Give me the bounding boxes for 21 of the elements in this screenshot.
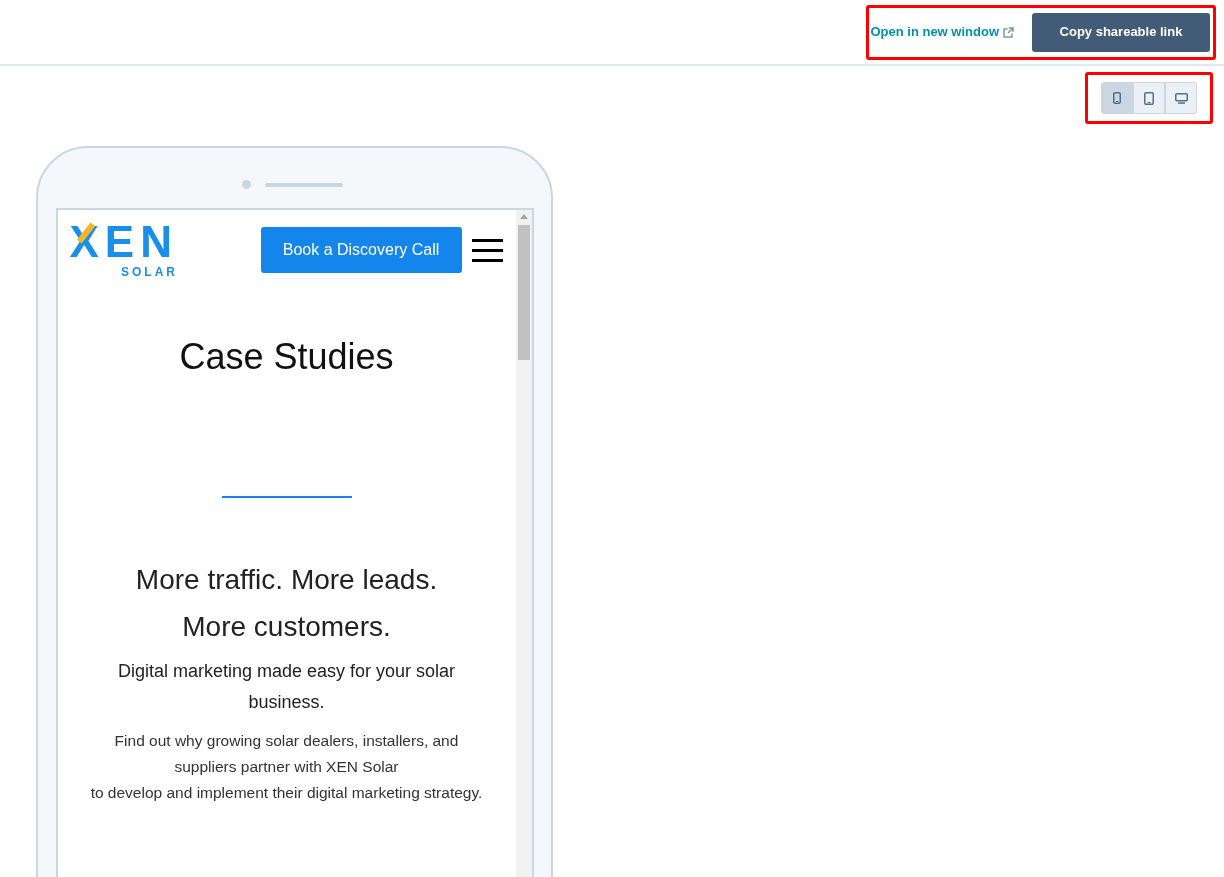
scrollbar[interactable]: [515, 210, 532, 877]
phone-icon: [1113, 92, 1121, 104]
device-toggle-button[interactable]: [1101, 82, 1133, 114]
company-logo: XEN SOLAR: [69, 220, 178, 280]
monitor-icon: [1174, 92, 1188, 104]
device-toggle-button[interactable]: [1133, 82, 1165, 114]
device-toggle-button[interactable]: [1165, 82, 1197, 114]
external-link-icon: [1003, 26, 1014, 38]
headline: More traffic. More leads.: [135, 563, 438, 597]
headline: More customers.: [182, 610, 391, 644]
scrollbar-thumb[interactable]: [517, 225, 530, 360]
tablet-icon: [1144, 91, 1154, 105]
page-title: Case Studies: [178, 335, 395, 379]
subheading: Digital marketing made easy for your solar business.: [116, 660, 457, 714]
body-text: to develop and implement their digital marketing strategy.: [90, 783, 483, 803]
book-call-button[interactable]: Book a Discovery Call: [260, 227, 462, 273]
scroll-up-arrow-icon: [519, 214, 528, 219]
menu-icon[interactable]: [471, 238, 503, 262]
open-in-new-window-link[interactable]: Open in new window: [870, 22, 1014, 42]
copy-link-button[interactable]: Copy shareable link: [1032, 12, 1210, 52]
body-text: Find out why growing solar dealers, installers, and suppliers partner with XEN Solar: [113, 731, 460, 777]
